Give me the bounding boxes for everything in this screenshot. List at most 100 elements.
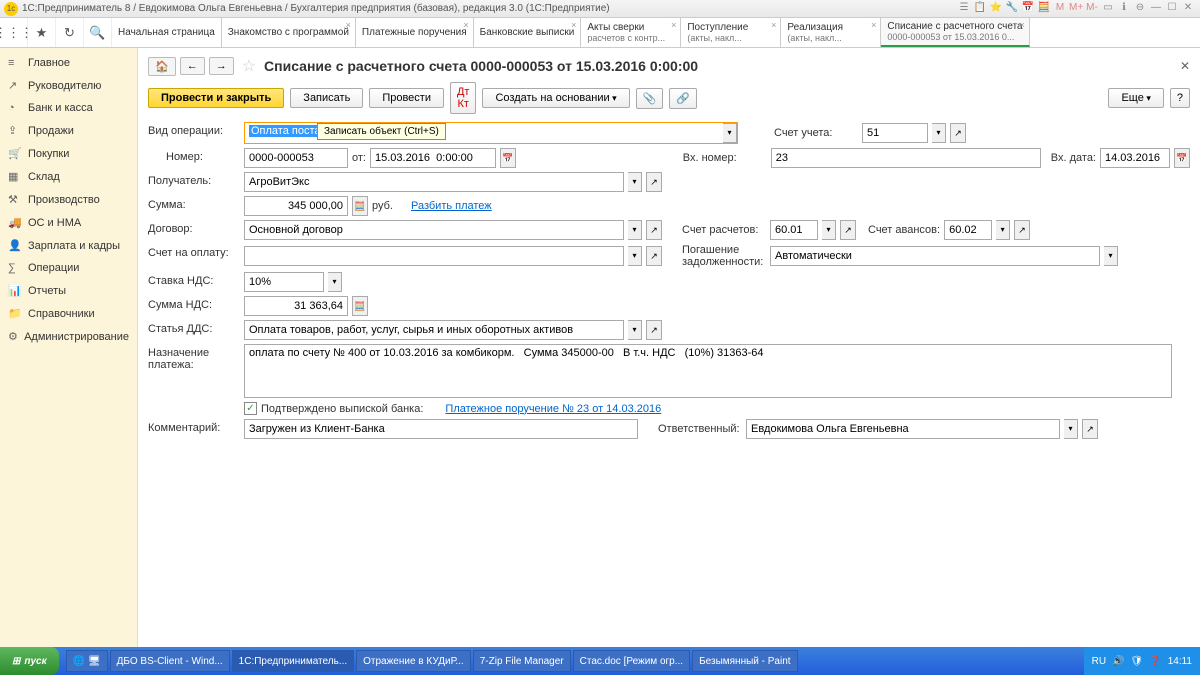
op-type-label: Вид операции: (148, 122, 238, 144)
dds-input[interactable] (244, 320, 624, 340)
sidebar-item[interactable]: ≡Главное (0, 52, 137, 74)
responsible-input[interactable] (746, 419, 1060, 439)
dropdown-icon[interactable]: ▾ (628, 320, 642, 340)
menu-grid-icon[interactable]: ⋮⋮⋮ (0, 18, 28, 47)
open-icon[interactable]: ↗ (1014, 220, 1030, 240)
search-icon[interactable]: 🔍 (84, 18, 112, 47)
more-button[interactable]: Еще (1108, 88, 1163, 108)
contract-input[interactable] (244, 220, 624, 240)
taskbar-task[interactable]: Безымянный - Paint (692, 650, 797, 672)
debt-label: Погашение задолженности: (682, 244, 766, 268)
page-title: Списание с расчетного счета 0000-000053 … (264, 58, 698, 74)
sidebar-item[interactable]: 📁Справочники (0, 302, 137, 325)
save-button[interactable]: Записать (290, 88, 363, 108)
nav-back-button[interactable]: ← (180, 57, 205, 75)
split-payment-link[interactable]: Разбить платеж (411, 200, 492, 212)
star-icon[interactable]: ★ (28, 18, 56, 47)
calendar-icon[interactable]: 📅 (1174, 148, 1190, 168)
dropdown-icon[interactable]: ▾ (628, 172, 642, 192)
debt-input[interactable] (770, 246, 1100, 266)
sidebar-item[interactable]: 🚚ОС и НМА (0, 211, 137, 234)
calc-icon[interactable]: 🧮 (352, 296, 368, 316)
sidebar-item[interactable]: ⚙Администрирование (0, 325, 137, 348)
sum-input[interactable] (244, 196, 348, 216)
vat-rate-label: Ставка НДС: (148, 272, 238, 292)
create-based-dropdown[interactable]: Создать на основании (482, 88, 629, 108)
sidebar-item[interactable]: ▦Склад (0, 165, 137, 188)
in-date-input[interactable] (1100, 148, 1170, 168)
dropdown-icon[interactable]: ▾ (932, 123, 946, 143)
attach-icon[interactable]: 📎 (636, 88, 664, 109)
main-tab[interactable]: ×Знакомство с программой (222, 18, 356, 47)
main-tab[interactable]: ×Банковские выписки (474, 18, 582, 47)
post-button[interactable]: Провести (369, 88, 444, 108)
open-icon[interactable]: ↗ (950, 123, 966, 143)
system-tray[interactable]: RU 🔊🛡❓ 14:11 (1084, 647, 1200, 675)
link-icon[interactable]: 🔗 (669, 88, 697, 109)
confirmed-checkbox[interactable]: ✓ (244, 402, 257, 415)
favorite-star-icon[interactable]: ☆ (242, 56, 256, 76)
vat-sum-input[interactable] (244, 296, 348, 316)
sidebar-item[interactable]: ↗Руководителю (0, 74, 137, 97)
post-and-close-button[interactable]: Провести и закрыть (148, 88, 284, 108)
calendar-icon[interactable]: 📅 (500, 148, 516, 168)
taskbar-task[interactable]: ДБО BS-Client - Wind... (110, 650, 230, 672)
invoice-input[interactable] (244, 246, 624, 266)
start-button[interactable]: ⊞пуск (0, 647, 59, 675)
dropdown-icon[interactable]: ▾ (723, 123, 737, 143)
sidebar-item[interactable]: 🛒Покупки (0, 142, 137, 165)
vat-sum-label: Сумма НДС: (148, 296, 238, 316)
vat-rate-input[interactable] (244, 272, 324, 292)
dropdown-icon[interactable]: ▾ (1104, 246, 1118, 266)
number-input[interactable] (244, 148, 348, 168)
help-button[interactable]: ? (1170, 88, 1190, 108)
purpose-textarea[interactable] (244, 344, 1172, 398)
calc-icon[interactable]: 🧮 (352, 196, 368, 216)
sidebar-item[interactable]: ◔Банк и касса (0, 97, 137, 119)
dropdown-icon[interactable]: ▾ (996, 220, 1010, 240)
dropdown-icon[interactable]: ▾ (628, 246, 642, 266)
payment-order-link[interactable]: Платежное поручение № 23 от 14.03.2016 (445, 403, 661, 415)
open-icon[interactable]: ↗ (646, 172, 662, 192)
comment-input[interactable] (244, 419, 638, 439)
main-tab[interactable]: ×Поступление(акты, накл... (681, 18, 781, 47)
sidebar-item[interactable]: 👤Зарплата и кадры (0, 234, 137, 257)
dropdown-icon[interactable]: ▾ (1064, 419, 1078, 439)
dropdown-icon[interactable]: ▾ (822, 220, 836, 240)
in-number-input[interactable] (771, 148, 1041, 168)
date-input[interactable] (370, 148, 496, 168)
taskbar-task[interactable]: Стас.doc [Режим огр... (573, 650, 690, 672)
number-label: Номер: (148, 148, 238, 168)
recipient-input[interactable] (244, 172, 624, 192)
quick-launch[interactable]: 🌐 🖥 (66, 650, 108, 672)
settle-acc-input[interactable] (770, 220, 818, 240)
dropdown-icon[interactable]: ▾ (328, 272, 342, 292)
open-icon[interactable]: ↗ (646, 246, 662, 266)
sidebar-item[interactable]: ∑Операции (0, 257, 137, 279)
nav-forward-button[interactable]: → (209, 57, 234, 75)
taskbar-task[interactable]: 1С:Предприниматель... (232, 650, 354, 672)
open-icon[interactable]: ↗ (646, 220, 662, 240)
close-icon[interactable]: ✕ (1180, 59, 1190, 73)
advance-acc-input[interactable] (944, 220, 992, 240)
account-input[interactable] (862, 123, 928, 143)
taskbar-task[interactable]: 7-Zip File Manager (473, 650, 571, 672)
main-tab[interactable]: Начальная страница (112, 18, 222, 47)
open-icon[interactable]: ↗ (1082, 419, 1098, 439)
sidebar-item[interactable]: ⇪Продажи (0, 119, 137, 142)
main-tab[interactable]: ×Списание с расчетного счета0000-000053 … (881, 18, 1029, 47)
dropdown-icon[interactable]: ▾ (628, 220, 642, 240)
nav-home-button[interactable]: 🏠 (148, 57, 176, 76)
sum-label: Сумма: (148, 196, 238, 216)
taskbar-task[interactable]: Отражение в КУДиР... (356, 650, 471, 672)
sidebar-item[interactable]: ⚒Производство (0, 188, 137, 211)
history-icon[interactable]: ↻ (56, 18, 84, 47)
posting-report-icon[interactable]: ДтКт (450, 82, 477, 114)
account-label: Счет учета: (774, 127, 858, 139)
main-tab[interactable]: ×Акты сверкирасчетов с контр... (581, 18, 681, 47)
open-icon[interactable]: ↗ (840, 220, 856, 240)
sidebar-item[interactable]: 📊Отчеты (0, 279, 137, 302)
main-tab[interactable]: ×Реализация(акты, накл... (781, 18, 881, 47)
open-icon[interactable]: ↗ (646, 320, 662, 340)
main-tab[interactable]: ×Платежные поручения (356, 18, 474, 47)
